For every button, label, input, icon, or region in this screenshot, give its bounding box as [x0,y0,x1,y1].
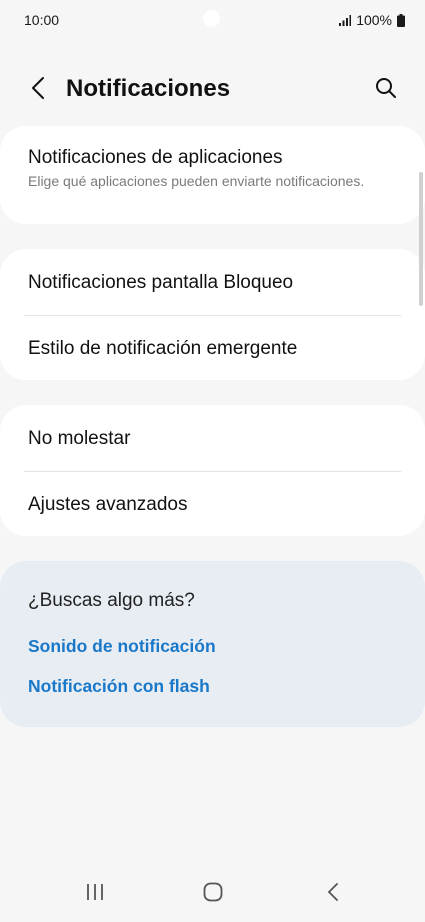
advanced-settings-title: Ajustes avanzados [28,494,188,515]
app-notifications-item[interactable]: Notificaciones de aplicaciones Elige qué… [28,146,401,190]
flash-notification-link[interactable]: Notificación con flash [28,676,210,697]
home-icon [203,882,223,907]
search-button[interactable] [369,73,403,107]
app-notifications-card: Notificaciones de aplicaciones Elige qué… [0,126,425,224]
divider [24,471,401,472]
looking-for-more-title: ¿Buscas algo más? [28,590,195,611]
navigation-bar [0,870,425,918]
back-icon [327,882,339,907]
settings-screen: 10:00 100% Notificaciones Notificaciones… [0,0,425,922]
dnd-card: No molestar Ajustes avanzados [0,405,425,536]
recents-button[interactable] [75,880,115,908]
status-time: 10:00 [24,12,60,28]
status-bar: 10:00 100% [0,0,425,40]
back-button[interactable] [22,74,54,106]
popup-style-title: Estilo de notificación emergente [28,338,298,359]
lock-screen-card: Notificaciones pantalla Bloqueo Estilo d… [0,249,425,380]
home-button[interactable] [193,880,233,908]
app-notifications-subtitle: Elige qué aplicaciones pueden enviarte n… [28,173,365,189]
chevron-left-icon [31,76,45,105]
battery-icon [397,13,405,27]
advanced-settings-item[interactable]: Ajustes avanzados [28,493,401,517]
battery-percent: 100% [356,12,392,28]
do-not-disturb-title: No molestar [28,428,131,449]
scrollbar[interactable] [419,172,423,306]
recents-icon [85,883,105,906]
divider [24,315,401,316]
signal-icon [339,14,352,26]
looking-for-more-card: ¿Buscas algo más? Sonido de notificación… [0,561,425,727]
camera-cutout [203,10,220,27]
app-bar: Notificaciones [0,60,425,120]
do-not-disturb-item[interactable]: No molestar [28,427,401,451]
status-indicators: 100% [339,12,405,28]
popup-style-item[interactable]: Estilo de notificación emergente [28,337,401,361]
search-icon [375,77,397,104]
lock-screen-notifications-item[interactable]: Notificaciones pantalla Bloqueo [28,271,401,295]
notification-sound-link[interactable]: Sonido de notificación [28,636,216,657]
lock-screen-notifications-title: Notificaciones pantalla Bloqueo [28,272,294,293]
nav-back-button[interactable] [313,880,353,908]
page-title: Notificaciones [66,75,231,102]
app-notifications-title: Notificaciones de aplicaciones [28,147,283,168]
